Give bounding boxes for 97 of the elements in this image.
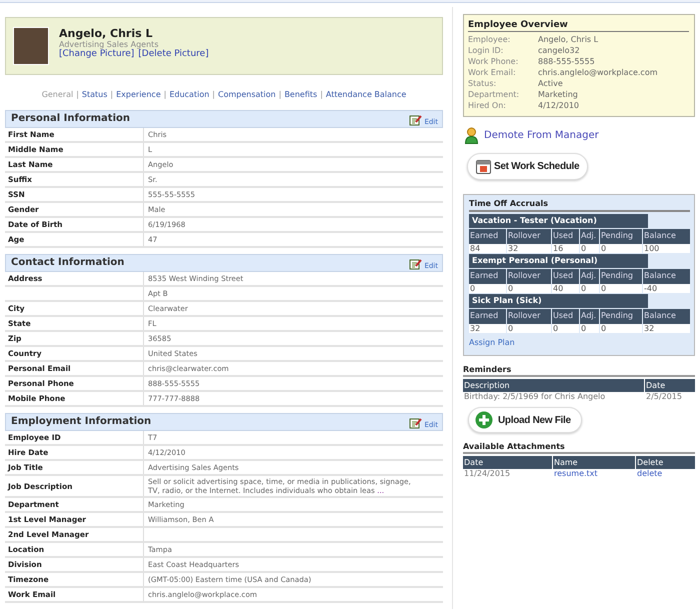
table-cell-text: Birthday: 2/5/1969 for Chris Angelo	[463, 392, 606, 401]
column-header: Balance	[643, 269, 690, 284]
column-header: Earned	[469, 309, 506, 324]
field-label: Department:	[468, 89, 520, 100]
field-value: cangelo32	[538, 45, 580, 56]
field-value: 4/12/2010	[538, 100, 580, 111]
employee-title: Advertising Sales Agents	[59, 40, 160, 49]
column-header: Rollover	[507, 309, 551, 324]
field-label: Hired On:	[468, 100, 507, 111]
panel-title: Employee Overview	[468, 20, 689, 32]
plan-name: Vacation - Tester (Vacation)	[469, 214, 648, 229]
field-value: chris.anglelo@workplace.com	[538, 67, 658, 78]
table-cell: 0	[580, 244, 599, 253]
upload-button[interactable]: Upload New File	[468, 407, 582, 433]
section-title: Employment Information	[11, 416, 152, 428]
assign-plan-link[interactable]: Assign Plan	[469, 338, 690, 347]
field-value: Angelo, Chris L	[538, 34, 598, 45]
table-cell: 0	[600, 244, 642, 253]
edit-icon	[409, 417, 422, 429]
column-header: Adj.	[580, 269, 599, 284]
field-value: Active	[538, 78, 563, 89]
table-cell: 32	[507, 244, 551, 253]
column-header: Used	[552, 269, 579, 284]
field-label: Login ID:	[468, 45, 504, 56]
column-header: Name	[553, 456, 635, 469]
table-cell: 0	[507, 324, 551, 333]
field-label: Status:	[468, 78, 498, 89]
table-cell: 40	[552, 284, 579, 293]
table-cell: 0	[469, 284, 506, 293]
table-cell: 0	[507, 284, 551, 293]
table-cell: 84	[469, 244, 506, 253]
column-header: Balance	[643, 229, 690, 244]
plan-name: Exempt Personal (Personal)	[469, 254, 648, 269]
picture-link[interactable]: [Change Picture]	[59, 49, 134, 59]
column-header: Balance	[643, 309, 690, 324]
column-header: Pending	[600, 229, 642, 244]
table-cell: -40	[643, 284, 690, 293]
table-cell: 0	[552, 324, 579, 333]
table-cell: 32	[643, 324, 690, 333]
tab[interactable]: Benefits	[284, 90, 318, 100]
column-header: Date	[463, 456, 552, 469]
column-header: Earned	[469, 269, 506, 284]
tab-separator: |	[212, 90, 215, 100]
column-header: Used	[552, 229, 579, 244]
edit-icon	[409, 258, 422, 270]
tab-separator: |	[76, 90, 79, 100]
column-header: Used	[552, 309, 579, 324]
table-cell: 0	[600, 284, 642, 293]
column-header: Pending	[600, 309, 642, 324]
edit-icon	[409, 114, 422, 126]
table-cell: 0	[600, 324, 642, 333]
column-header: Pending	[600, 269, 642, 284]
table-cell-text: 11/24/2015	[463, 469, 512, 478]
tab[interactable]: Compensation	[218, 90, 276, 100]
tab-separator: |	[164, 90, 166, 100]
tab-separator: |	[278, 90, 282, 100]
column-header: Adj.	[580, 309, 599, 324]
tab-separator: |	[320, 90, 323, 100]
table-cell: 32	[469, 324, 506, 333]
field-label: Work Phone:	[468, 56, 520, 67]
tab-separator: |	[110, 90, 114, 100]
photo-placeholder	[13, 27, 49, 65]
table-cell: 16	[552, 244, 579, 253]
column-header: Date	[645, 379, 695, 392]
calendar-icon	[476, 159, 491, 174]
column-header: Rollover	[507, 269, 551, 284]
field-value: 888-555-5555	[538, 56, 595, 67]
plus-icon	[475, 411, 493, 429]
column-header: Adj.	[580, 229, 599, 244]
panel-title: Time Off Accruals	[469, 199, 690, 212]
column-header: Delete	[636, 456, 695, 469]
column-header: Description	[463, 379, 644, 392]
column-header: Earned	[469, 229, 506, 244]
demote-link[interactable]: Demote From Manager	[484, 130, 599, 141]
tab[interactable]: Education	[169, 90, 210, 100]
column-header: Rollover	[507, 229, 551, 244]
table-cell-text: 2/5/2015	[645, 392, 683, 401]
table-cell: 0	[580, 284, 599, 293]
section-title: Personal Information	[11, 113, 130, 125]
table-cell: 0	[580, 324, 599, 333]
employee-name: Angelo, Chris L	[59, 27, 154, 40]
picture-link[interactable]: [Delete Picture]	[138, 49, 209, 59]
person-icon	[465, 127, 478, 144]
section-title: Reminders	[463, 365, 695, 377]
tab[interactable]: Attendance Balance	[326, 90, 406, 100]
tab[interactable]: Experience	[116, 90, 161, 100]
tab[interactable]: Status	[82, 90, 108, 100]
section-title: Contact Information	[11, 257, 124, 269]
field-label: Employee:	[468, 34, 512, 45]
schedule-button[interactable]: Set Work Schedule	[467, 153, 588, 180]
field-value: Marketing	[538, 89, 578, 100]
file-link[interactable]: resume.txt	[554, 469, 598, 478]
plan-name: Sick Plan (Sick)	[469, 294, 648, 309]
delete-link[interactable]: delete	[637, 469, 662, 478]
section-title: Available Attachments	[463, 442, 695, 454]
field-label: Work Email:	[468, 67, 517, 78]
table-cell: 100	[643, 244, 690, 253]
